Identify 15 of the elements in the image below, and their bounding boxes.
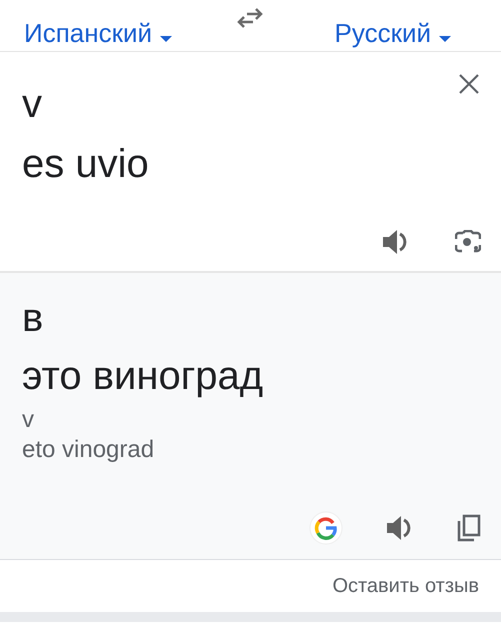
translation-text: в это виноград [21, 295, 264, 400]
speaker-icon[interactable] [385, 515, 413, 541]
transliteration-text: v eto vinograd [21, 405, 156, 465]
copy-icon[interactable] [457, 514, 481, 542]
source-language-dropdown[interactable]: Испанский [24, 17, 172, 49]
target-language-dropdown[interactable]: Русский [334, 17, 451, 49]
close-icon[interactable] [459, 74, 479, 94]
caret-icon [160, 36, 172, 42]
source-text[interactable]: v es uvio [0, 52, 501, 194]
feedback-link[interactable]: Оставить отзыв [332, 571, 479, 601]
swap-icon[interactable] [237, 8, 263, 28]
camera-icon[interactable] [455, 230, 481, 254]
speaker-icon[interactable] [381, 229, 409, 255]
google-logo-icon[interactable] [309, 511, 343, 545]
caret-icon [439, 36, 451, 42]
